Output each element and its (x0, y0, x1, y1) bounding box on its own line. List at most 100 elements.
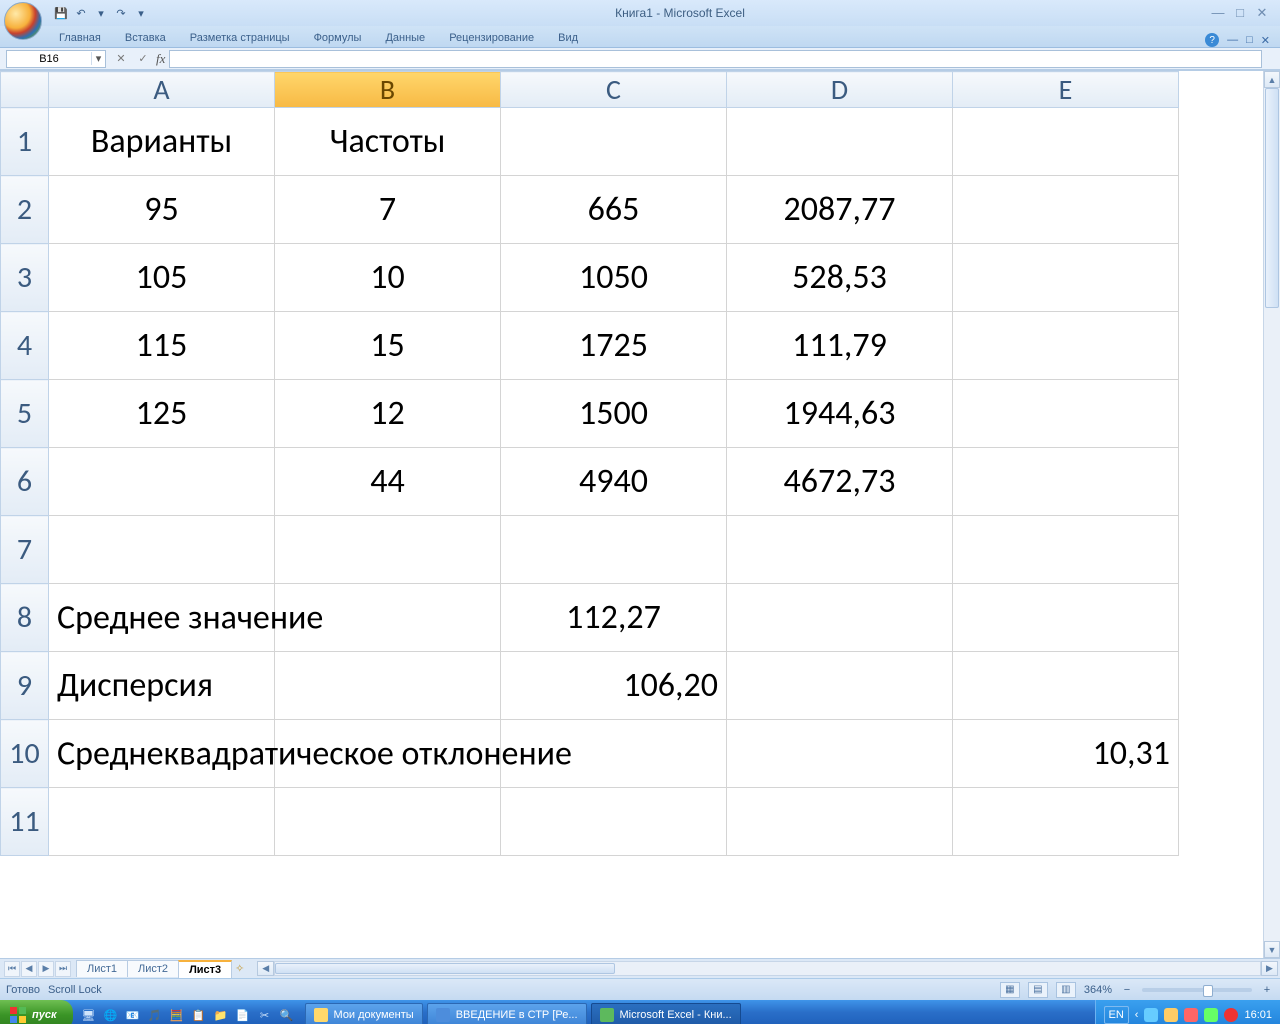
row-header-3[interactable]: 3 (1, 244, 49, 312)
scroll-left-icon[interactable]: ◀ (257, 961, 274, 976)
minimize-button[interactable]: — (1210, 5, 1226, 21)
cell-B9[interactable] (275, 652, 501, 720)
cell-B11[interactable] (275, 788, 501, 856)
col-header-D[interactable]: D (727, 72, 953, 108)
row-header-8[interactable]: 8 (1, 584, 49, 652)
cell-E10[interactable]: 10,31 (953, 720, 1179, 788)
cell-D7[interactable] (727, 516, 953, 584)
ribbon-tab-formulas[interactable]: Формулы (303, 27, 373, 47)
cell-A7[interactable] (49, 516, 275, 584)
col-header-E[interactable]: E (953, 72, 1179, 108)
cell-A5[interactable]: 125 (49, 380, 275, 448)
tray-icon[interactable] (1204, 1008, 1218, 1022)
row-header-4[interactable]: 4 (1, 312, 49, 380)
horizontal-scrollbar[interactable]: ◀ ▶ (257, 961, 1278, 976)
tab-nav-first-icon[interactable]: ⏮ (4, 961, 20, 977)
zoom-out-icon[interactable]: − (1120, 984, 1134, 996)
ribbon-tab-insert[interactable]: Вставка (114, 27, 177, 47)
language-indicator[interactable]: EN (1104, 1006, 1129, 1024)
sheet-tab-3[interactable]: Лист3 (178, 960, 232, 978)
cell-D2[interactable]: 2087,77 (727, 176, 953, 244)
ribbon-tab-home[interactable]: Главная (48, 27, 112, 47)
col-header-A[interactable]: A (49, 72, 275, 108)
cancel-formula-icon[interactable]: ✕ (112, 50, 130, 68)
cell-D1[interactable] (727, 108, 953, 176)
cell-A11[interactable] (49, 788, 275, 856)
cell-E3[interactable] (953, 244, 1179, 312)
cell-B7[interactable] (275, 516, 501, 584)
cell-E4[interactable] (953, 312, 1179, 380)
new-sheet-icon[interactable]: ✧ (235, 962, 255, 975)
ql-icon[interactable]: 🎵 (145, 1005, 165, 1024)
ribbon-tab-pagelayout[interactable]: Разметка страницы (179, 27, 301, 47)
cell-C11[interactable] (501, 788, 727, 856)
scroll-down-icon[interactable]: ▼ (1264, 941, 1280, 958)
ql-icon[interactable]: 🖥 (79, 1005, 99, 1024)
taskbar-item[interactable]: Мои документы (305, 1003, 423, 1024)
ribbon-minimize-button[interactable]: — (1227, 34, 1238, 46)
cell-E9[interactable] (953, 652, 1179, 720)
taskbar-item[interactable]: ВВЕДЕНИЕ в СТР [Ре... (427, 1003, 587, 1024)
cell-A9[interactable]: Дисперсия (49, 652, 275, 720)
ql-icon[interactable]: 📧 (123, 1005, 143, 1024)
cell-E2[interactable] (953, 176, 1179, 244)
tab-nav-next-icon[interactable]: ▶ (38, 961, 54, 977)
ql-icon[interactable]: ✂ (255, 1005, 275, 1024)
ql-icon[interactable]: 📁 (211, 1005, 231, 1024)
maximize-button[interactable]: □ (1232, 5, 1248, 21)
workbook-restore-button[interactable]: □ (1246, 34, 1253, 46)
clock[interactable]: 16:01 (1244, 1009, 1272, 1021)
view-normal-icon[interactable]: ▦ (1000, 982, 1020, 998)
formula-input[interactable] (169, 50, 1262, 68)
ql-icon[interactable]: 🔍 (277, 1005, 297, 1024)
cell-C5[interactable]: 1500 (501, 380, 727, 448)
start-button[interactable]: пуск (0, 1000, 73, 1024)
cell-D6[interactable]: 4672,73 (727, 448, 953, 516)
row-header-9[interactable]: 9 (1, 652, 49, 720)
sheet-tab-2[interactable]: Лист2 (127, 960, 179, 977)
cell-A3[interactable]: 105 (49, 244, 275, 312)
vertical-scrollbar[interactable]: ▲ ▼ (1263, 71, 1280, 958)
cell-D11[interactable] (727, 788, 953, 856)
cell-C4[interactable]: 1725 (501, 312, 727, 380)
qat-redo-icon[interactable]: ↷ (112, 4, 130, 22)
row-header-10[interactable]: 10 (1, 720, 49, 788)
cell-C3[interactable]: 1050 (501, 244, 727, 312)
row-header-1[interactable]: 1 (1, 108, 49, 176)
cell-A6[interactable] (49, 448, 275, 516)
tab-nav-prev-icon[interactable]: ◀ (21, 961, 37, 977)
scroll-right-icon[interactable]: ▶ (1261, 961, 1278, 976)
row-header-7[interactable]: 7 (1, 516, 49, 584)
tray-icon[interactable] (1184, 1008, 1198, 1022)
name-box-dropdown-icon[interactable]: ▾ (91, 52, 105, 65)
ql-icon[interactable]: 🧮 (167, 1005, 187, 1024)
sheet-tab-1[interactable]: Лист1 (76, 960, 128, 977)
col-header-C[interactable]: C (501, 72, 727, 108)
tab-nav-last-icon[interactable]: ⏭ (55, 961, 71, 977)
help-icon[interactable]: ? (1205, 33, 1219, 47)
tray-icon[interactable] (1224, 1008, 1238, 1022)
cell-C6[interactable]: 4940 (501, 448, 727, 516)
close-button[interactable]: ✕ (1254, 5, 1270, 21)
row-header-6[interactable]: 6 (1, 448, 49, 516)
cell-E1[interactable] (953, 108, 1179, 176)
cell-D4[interactable]: 111,79 (727, 312, 953, 380)
tray-icon[interactable] (1164, 1008, 1178, 1022)
cell-E7[interactable] (953, 516, 1179, 584)
qat-customize-icon[interactable]: ▾ (132, 4, 150, 22)
ql-icon[interactable]: 📋 (189, 1005, 209, 1024)
workbook-close-button[interactable]: ✕ (1261, 34, 1270, 47)
tray-expand-icon[interactable]: ‹ (1135, 1009, 1139, 1021)
taskbar-item[interactable]: Microsoft Excel - Кни... (591, 1003, 741, 1024)
cell-B1[interactable]: Частоты (275, 108, 501, 176)
tray-icon[interactable] (1144, 1008, 1158, 1022)
vscroll-thumb[interactable] (1265, 88, 1279, 308)
cell-A1[interactable]: Варианты (49, 108, 275, 176)
ribbon-tab-data[interactable]: Данные (374, 27, 436, 47)
zoom-in-icon[interactable]: + (1260, 984, 1274, 996)
cell-D10[interactable] (727, 720, 953, 788)
ribbon-tab-view[interactable]: Вид (547, 27, 589, 47)
cell-D8[interactable] (727, 584, 953, 652)
ql-icon[interactable]: 📄 (233, 1005, 253, 1024)
qat-undo-icon[interactable]: ↶ (72, 4, 90, 22)
